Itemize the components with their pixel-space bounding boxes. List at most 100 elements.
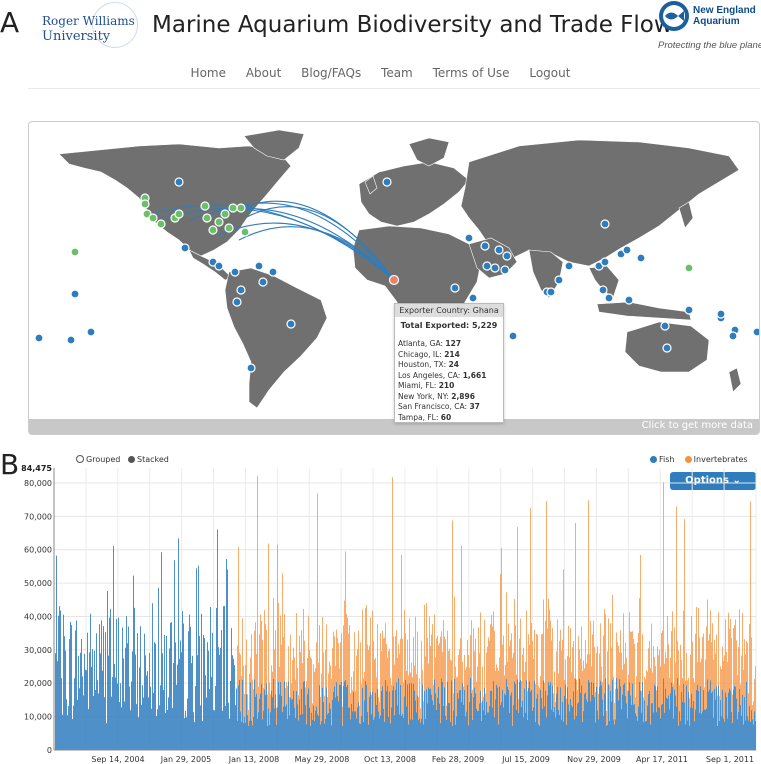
bar-invertebrates: [354, 632, 355, 712]
bar-invertebrates: [700, 662, 701, 687]
bar-fish: [191, 663, 192, 750]
bar-fish: [349, 707, 350, 750]
bar-fish: [589, 682, 590, 750]
bar-invertebrates: [599, 653, 600, 687]
bar-fish: [610, 690, 611, 750]
bar-fish: [75, 630, 76, 750]
bar-fish: [698, 690, 699, 750]
bar-invertebrates: [749, 624, 750, 706]
bar-fish: [470, 677, 471, 750]
bar-fish: [504, 693, 505, 750]
nea-logo[interactable]: New England Aquarium Protecting the blue…: [658, 0, 761, 54]
nav-logout[interactable]: Logout: [529, 66, 570, 80]
bar-fish: [696, 689, 697, 750]
bar-fish: [486, 701, 487, 750]
bar-invertebrates: [733, 628, 734, 690]
bar-fish: [207, 642, 208, 750]
nav-terms[interactable]: Terms of Use: [433, 66, 510, 80]
bar-invertebrates: [692, 641, 693, 709]
rwu-logo[interactable]: Roger Williams University: [38, 2, 138, 52]
bar-invertebrates: [478, 627, 479, 711]
bar-fish: [223, 606, 224, 750]
bar-invertebrates: [336, 629, 337, 683]
bar-fish: [658, 707, 659, 750]
bar-fish: [143, 697, 144, 750]
exporter-marker: [622, 245, 632, 255]
nav-team[interactable]: Team: [381, 66, 413, 80]
bar-fish: [175, 642, 176, 750]
bar-invertebrates: [456, 677, 457, 717]
bar-fish: [559, 714, 560, 750]
bar-fish: [494, 717, 495, 750]
bar-fish: [399, 714, 400, 750]
bar-fish: [408, 724, 409, 750]
bar-invertebrates: [539, 687, 540, 726]
bar-fish: [217, 529, 218, 750]
more-data-link[interactable]: Click to get more data: [642, 420, 753, 431]
bar-fish: [484, 687, 485, 750]
bar-invertebrates: [337, 637, 338, 696]
y-tick-label: 70,000: [24, 512, 52, 521]
bar-invertebrates: [603, 635, 604, 717]
bar-fish: [517, 679, 518, 750]
bar-invertebrates: [411, 662, 412, 684]
bar-fish: [190, 626, 191, 750]
bar-fish: [728, 692, 729, 750]
bar-invertebrates: [308, 615, 309, 689]
bar-invertebrates: [710, 610, 711, 681]
bar-fish: [601, 685, 602, 750]
bar-invertebrates: [292, 660, 293, 700]
bar-invertebrates: [523, 647, 524, 718]
bar-invertebrates: [681, 659, 682, 692]
bar-fish: [669, 709, 670, 750]
bar-invertebrates: [302, 663, 303, 715]
bar-fish: [186, 717, 187, 750]
trade-volume-chart[interactable]: 0 10,000 20,000 30,000 40,000 50,000 60,000 70,…: [0, 460, 761, 764]
bar-fish: [164, 635, 165, 750]
bar-fish: [149, 652, 150, 750]
bar-fish: [407, 684, 408, 750]
bar-invertebrates: [524, 672, 525, 689]
bar-invertebrates: [346, 613, 347, 687]
nav-about[interactable]: About: [246, 66, 281, 80]
exporter-marker: [684, 305, 694, 315]
bar-fish: [491, 690, 492, 750]
importer-marker: [214, 217, 224, 227]
bar-fish: [663, 678, 664, 750]
exporter-marker: [490, 263, 500, 273]
bar-fish: [409, 683, 410, 750]
bar-fish: [393, 686, 394, 750]
bar-invertebrates: [645, 678, 646, 722]
bar-invertebrates: [723, 660, 724, 719]
bar-fish: [545, 690, 546, 750]
bar-invertebrates: [377, 624, 378, 689]
bar-fish: [365, 680, 366, 750]
bar-fish: [541, 698, 542, 750]
bar-invertebrates: [569, 657, 570, 712]
bar-invertebrates: [420, 708, 421, 723]
bar-invertebrates: [485, 693, 486, 715]
bar-invertebrates: [363, 678, 364, 722]
bar-invertebrates: [610, 623, 611, 691]
bar-invertebrates: [282, 573, 283, 713]
bar-fish: [59, 606, 60, 750]
bar-invertebrates: [579, 649, 580, 679]
bar-fish: [523, 717, 524, 750]
bar-fish: [375, 692, 376, 750]
bar-fish: [620, 686, 621, 750]
bar-fish: [335, 697, 336, 750]
bar-fish: [95, 690, 96, 750]
nav-blog-faqs[interactable]: Blog/FAQs: [301, 66, 361, 80]
bar-invertebrates: [602, 681, 603, 700]
bar-fish: [695, 709, 696, 750]
bar-invertebrates: [453, 693, 454, 711]
bar-fish: [359, 723, 360, 750]
bar-fish: [704, 709, 705, 750]
nav-home[interactable]: Home: [191, 66, 226, 80]
bar-fish: [172, 707, 173, 750]
exporter-marker: [254, 261, 264, 271]
bar-fish: [588, 679, 589, 750]
importer-marker: [140, 199, 150, 209]
bar-invertebrates: [409, 618, 410, 684]
bar-invertebrates: [724, 655, 725, 722]
